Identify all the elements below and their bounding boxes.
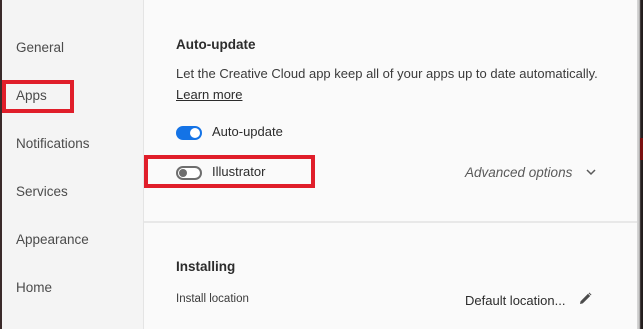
sidebar-item-general[interactable]: General (16, 39, 64, 57)
auto-update-toggle[interactable] (176, 126, 202, 140)
advanced-options-button[interactable]: Advanced options (465, 165, 572, 180)
window-edge-right (637, 0, 643, 329)
installing-heading: Installing (176, 259, 236, 274)
learn-more-link[interactable]: Learn more (176, 87, 242, 102)
toggle-knob (190, 128, 200, 138)
preferences-window: General Apps Notifications Services Appe… (0, 0, 643, 329)
pencil-icon[interactable] (577, 291, 593, 307)
illustrator-highlight-box (144, 155, 315, 188)
install-location-value: Default location... (465, 293, 566, 308)
install-location-label: Install location (176, 293, 249, 305)
chevron-down-icon[interactable] (586, 168, 596, 176)
sidebar: General Apps Notifications Services Appe… (2, 0, 144, 329)
sidebar-item-home[interactable]: Home (16, 279, 52, 297)
sidebar-item-appearance[interactable]: Appearance (16, 231, 89, 249)
auto-update-toggle-label: Auto-update (212, 124, 283, 139)
sidebar-item-notifications[interactable]: Notifications (16, 135, 90, 153)
sidebar-item-services[interactable]: Services (16, 183, 68, 201)
section-divider (144, 221, 637, 223)
apps-highlight-box (2, 80, 74, 113)
auto-update-heading: Auto-update (176, 37, 256, 52)
auto-update-description: Let the Creative Cloud app keep all of y… (176, 66, 598, 81)
